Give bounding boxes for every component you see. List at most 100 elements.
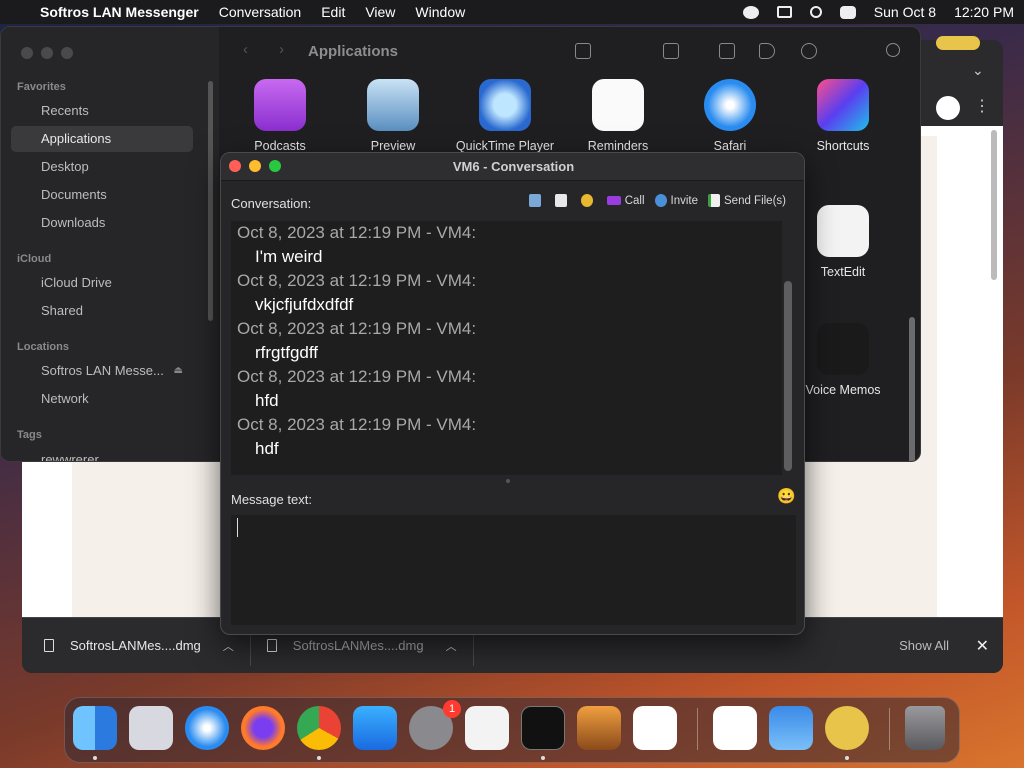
menu-app-name[interactable]: Softros LAN Messenger — [40, 4, 199, 20]
chevron-up-icon[interactable]: ︿ — [446, 638, 457, 654]
chrome-icon[interactable] — [297, 706, 341, 750]
textedit-icon[interactable] — [465, 706, 509, 750]
history-book-icon[interactable] — [528, 194, 541, 207]
sidebar-item-desktop[interactable]: Desktop — [11, 154, 193, 180]
group-by-icon[interactable] — [663, 43, 679, 59]
share-icon[interactable] — [719, 43, 735, 59]
sidebar-item-downloads[interactable]: Downloads — [11, 210, 193, 236]
system-settings-icon[interactable]: 1 — [409, 700, 461, 750]
stage-manager-icon[interactable] — [776, 6, 792, 18]
show-all-downloads-link[interactable]: Show All — [899, 638, 949, 653]
sidebar-item-recents[interactable]: Recents — [11, 98, 193, 124]
invite-button-label: Invite — [670, 194, 699, 207]
sidebar-item-shared[interactable]: Shared — [11, 298, 193, 324]
running-indicator — [541, 756, 545, 760]
menubar-date[interactable]: Sun Oct 8 — [874, 4, 936, 20]
menu-view[interactable]: View — [365, 4, 395, 20]
control-center-icon[interactable] — [839, 5, 856, 19]
message-text: rfrgtfgdff — [255, 343, 318, 362]
softros-messenger-icon[interactable] — [825, 706, 869, 750]
pane-splitter-handle[interactable] — [506, 479, 510, 483]
view-mode-grid-icon[interactable] — [575, 43, 591, 59]
zoom-button[interactable] — [61, 47, 73, 59]
app-quicktime-player[interactable]: QuickTime Player — [449, 79, 561, 153]
window-controls — [21, 47, 73, 59]
finder-scrollbar[interactable] — [909, 317, 915, 461]
sidebar-item-softros-volume[interactable]: Softros LAN Messe... ⏏ — [11, 358, 193, 384]
call-button-label: Call — [624, 194, 645, 207]
app-store-icon[interactable] — [353, 706, 397, 750]
sidebar-item-applications[interactable]: Applications — [11, 126, 193, 152]
shortcuts-icon — [817, 79, 869, 131]
sidebar-item-documents[interactable]: Documents — [11, 182, 193, 208]
search-icon[interactable] — [886, 43, 900, 57]
browser-menu-icon[interactable]: ⋮ — [974, 96, 990, 116]
vscode-icon[interactable] — [633, 706, 677, 750]
invite-button[interactable]: Invite — [654, 194, 699, 207]
history-scrollbar[interactable] — [784, 281, 792, 471]
spotlight-search-icon[interactable] — [809, 6, 822, 18]
sidebar-scrollbar[interactable] — [208, 81, 213, 321]
trash-icon[interactable] — [905, 706, 945, 750]
chevron-up-icon[interactable]: ︿ — [223, 638, 234, 654]
profile-avatar[interactable] — [936, 96, 960, 120]
minimize-button[interactable] — [41, 47, 53, 59]
menu-conversation[interactable]: Conversation — [219, 4, 302, 20]
sidebar-header-icloud: iCloud — [17, 253, 52, 265]
browser-scrollbar[interactable] — [991, 130, 997, 280]
app-shortcuts[interactable]: Shortcuts — [787, 79, 899, 153]
sidebar-item-tag[interactable]: rewwrerer — [11, 447, 193, 461]
conversation-window-title: VM6 - Conversation — [452, 159, 575, 174]
running-indicator — [317, 756, 321, 760]
finder-toolbar: ‹ › Applications — [219, 27, 920, 79]
app-preview[interactable]: Preview — [337, 79, 449, 153]
more-actions-icon[interactable] — [801, 43, 817, 59]
save-document-icon[interactable] — [554, 194, 567, 207]
forward-arrow-icon[interactable]: › — [279, 41, 284, 58]
text-cursor — [237, 518, 238, 537]
menu-window[interactable]: Window — [415, 4, 465, 20]
safari-icon[interactable] — [185, 706, 229, 750]
app-safari[interactable]: Safari — [674, 79, 786, 153]
notification-badge: 1 — [443, 700, 461, 718]
conversation-history[interactable]: Oct 8, 2023 at 12:19 PM - VM4: I'm weird… — [231, 221, 782, 475]
app-podcasts[interactable]: Podcasts — [224, 79, 336, 153]
emoji-picker-icon[interactable]: 😀 — [777, 487, 796, 505]
messenger-status-icon[interactable] — [742, 5, 759, 19]
close-button[interactable] — [21, 47, 33, 59]
app-label: Podcasts — [254, 139, 306, 153]
app-reminders[interactable]: Reminders — [562, 79, 674, 153]
close-download-bar-icon[interactable]: ✕ — [976, 636, 989, 656]
menu-edit[interactable]: Edit — [321, 4, 345, 20]
tab-list-chevron-icon[interactable]: ⌄ — [972, 62, 984, 79]
eject-icon[interactable]: ⏏ — [174, 358, 183, 384]
call-button[interactable]: Call — [606, 194, 645, 207]
garageband-icon[interactable] — [577, 706, 621, 750]
message-text: hfd — [255, 391, 279, 410]
terminal-icon[interactable] — [521, 706, 565, 750]
sidebar-item-icloud-drive[interactable]: iCloud Drive — [11, 270, 193, 296]
launchpad-icon[interactable] — [129, 706, 173, 750]
sidebar-item-network[interactable]: Network — [11, 386, 193, 412]
send-files-button[interactable]: Send File(s) — [708, 194, 786, 207]
tag-icon[interactable] — [759, 43, 775, 59]
weather-icon[interactable] — [769, 706, 813, 750]
back-arrow-icon[interactable]: ‹ — [243, 41, 248, 58]
finder-sidebar: Favorites Recents Applications Desktop D… — [1, 27, 219, 461]
menubar-time[interactable]: 12:20 PM — [954, 4, 1014, 20]
conversation-label: Conversation: — [231, 196, 312, 211]
finder-icon[interactable] — [73, 706, 117, 750]
firefox-icon[interactable] — [241, 706, 285, 750]
dock: 1 — [64, 697, 960, 763]
message-input[interactable] — [231, 515, 796, 625]
sidebar-header-locations: Locations — [17, 341, 69, 353]
download-item[interactable]: SoftrosLANMes....dmg ︿ — [22, 625, 251, 666]
menu-bar: Softros LAN Messenger Conversation Edit … — [0, 0, 1024, 24]
dock-separator — [697, 708, 698, 750]
safari-icon — [704, 79, 756, 131]
visual-studio-icon[interactable] — [713, 706, 757, 750]
message-text-label: Message text: — [231, 492, 312, 507]
message-header: Oct 8, 2023 at 12:19 PM - VM4: — [237, 223, 477, 242]
message-text: vkjcfjufdxdfdf — [255, 295, 354, 314]
settings-gear-icon[interactable] — [580, 194, 593, 207]
